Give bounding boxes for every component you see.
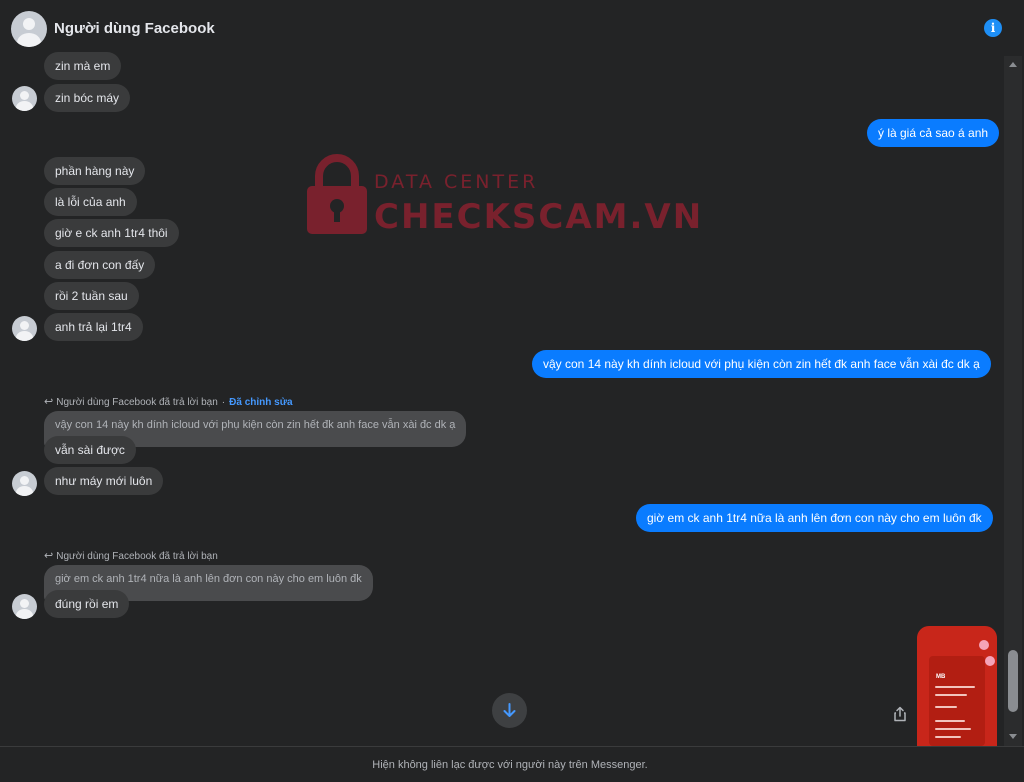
message-incoming[interactable]: rồi 2 tuần sau [44, 282, 139, 310]
message-incoming[interactable]: vẫn sài được [44, 436, 136, 464]
message-incoming[interactable]: anh trả lại 1tr4 [44, 313, 143, 341]
image-attachment[interactable]: MB [917, 626, 997, 746]
reply-arrow-icon: ↩ [44, 396, 54, 408]
scroll-up-arrow-icon[interactable] [1009, 62, 1017, 67]
dot-separator: · [221, 397, 226, 408]
sender-avatar[interactable] [12, 86, 37, 111]
padlock-icon [307, 154, 367, 234]
contact-avatar[interactable] [11, 11, 47, 47]
reply-meta-text: Người dùng Facebook đã trả lời bạn [56, 397, 218, 408]
receipt-card [929, 656, 985, 746]
message-outgoing[interactable]: giờ em ck anh 1tr4 nữa là anh lên đơn co… [636, 504, 993, 532]
message-incoming[interactable]: như máy mới luôn [44, 467, 164, 495]
receipt-line [935, 686, 975, 688]
message-incoming[interactable]: phần hàng này [44, 157, 146, 185]
receipt-line [935, 694, 967, 696]
message-incoming[interactable]: zin mà em [44, 52, 122, 80]
reply-arrow-icon: ↩ [44, 550, 54, 562]
bank-logo: MB [936, 674, 946, 680]
message-incoming[interactable]: zin bóc máy [44, 84, 131, 112]
reply-meta-text: Người dùng Facebook đã trả lời bạn [56, 551, 218, 562]
message-incoming[interactable]: đúng rồi em [44, 590, 130, 618]
scrollbar[interactable] [1004, 56, 1022, 746]
receipt-line [935, 728, 971, 730]
receipt-line [935, 706, 957, 708]
watermark: DATA CENTER CHECKSCAM.VN [303, 154, 701, 238]
message-incoming[interactable]: là lỗi của anh [44, 188, 137, 216]
decorative-flower [985, 656, 995, 666]
edited-label[interactable]: Đã chỉnh sửa [229, 397, 292, 408]
message-incoming[interactable]: giờ e ck anh 1tr4 thôi [44, 219, 179, 247]
sender-avatar[interactable] [12, 471, 37, 496]
message-incoming[interactable]: a đi đơn con đấy [44, 251, 156, 279]
contact-name[interactable]: Người dùng Facebook [54, 20, 215, 37]
scroll-to-bottom-button[interactable] [492, 693, 527, 728]
sender-avatar[interactable] [12, 316, 37, 341]
scroll-down-arrow-icon[interactable] [1009, 734, 1017, 739]
message-outgoing[interactable]: vậy con 14 này kh dính icloud với phụ ki… [532, 350, 991, 378]
scroll-down-arrow-icon [503, 703, 516, 717]
receipt-line [935, 736, 961, 738]
scrollbar-thumb[interactable] [1008, 650, 1018, 712]
chat-footer: Hiện không liên lạc được với người này t… [0, 746, 1024, 782]
decorative-flower [979, 640, 989, 650]
share-icon[interactable] [892, 706, 908, 722]
watermark-line2: CHECKSCAM.VN [374, 197, 704, 237]
reply-header: ↩ Người dùng Facebook đã trả lời bạn [44, 549, 218, 562]
info-icon[interactable]: i [984, 19, 1002, 37]
unavailable-notice: Hiện không liên lạc được với người này t… [372, 759, 648, 771]
message-outgoing[interactable]: ý là giá cả sao á anh [867, 119, 1000, 147]
receipt-line [935, 720, 965, 722]
chat-header: Người dùng Facebook i [0, 0, 1024, 56]
sender-avatar[interactable] [12, 594, 37, 619]
reply-header: ↩ Người dùng Facebook đã trả lời bạn · Đã c… [44, 395, 293, 408]
watermark-line1: DATA CENTER [374, 171, 539, 193]
